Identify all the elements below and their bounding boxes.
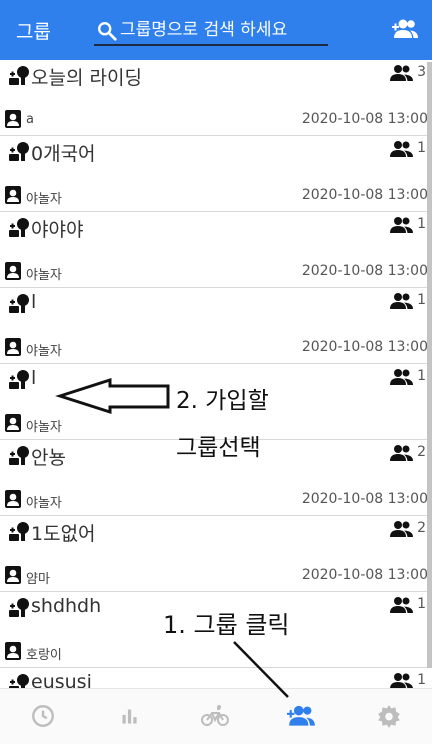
group-badge-icon [8, 520, 32, 544]
member-count-value: 1 [417, 292, 426, 308]
group-badge-icon [8, 368, 32, 392]
member-count-value: 2 [417, 444, 426, 460]
bottom-nav [0, 688, 432, 744]
group-name: eususi [31, 671, 92, 688]
group-list-item[interactable]: 오늘의 라이딩 3 a 2020-10-08 13:00 [0, 60, 432, 136]
add-group-icon[interactable] [392, 18, 420, 40]
owner-icon [4, 337, 22, 357]
owner-name: 호랑이 [26, 648, 62, 663]
page-title: 그룹 [16, 21, 51, 43]
member-count-value: 2 [417, 520, 426, 536]
group-badge-icon [8, 672, 32, 688]
member-count-value: 1 [417, 672, 426, 688]
group-name: 1도없어 [31, 523, 96, 545]
owner-name: a [26, 112, 34, 127]
group-list-item[interactable]: l 1 야놀자 2020-10-08 13:00 [0, 288, 432, 364]
group-icon[interactable] [287, 703, 317, 729]
owner-icon [4, 261, 22, 281]
created-date: 2020-10-08 13:00 [301, 567, 428, 583]
created-date: 2020-10-08 13:00 [301, 111, 428, 127]
members-icon [390, 521, 413, 537]
member-count-value: 1 [417, 140, 426, 156]
group-badge-icon [8, 64, 32, 88]
search-icon[interactable] [96, 20, 118, 42]
group-name: 0개국어 [31, 143, 96, 165]
settings-icon[interactable] [374, 703, 404, 729]
members-icon [390, 369, 413, 385]
owner-icon [4, 565, 22, 585]
owner-name: 야놀자 [26, 268, 62, 283]
members-icon [390, 293, 413, 309]
owner-name: 야놀자 [26, 420, 62, 435]
history-icon[interactable] [28, 703, 58, 729]
group-badge-icon [8, 596, 32, 620]
owner-icon [4, 185, 22, 205]
group-name: l [31, 367, 37, 389]
created-date: 2020-10-08 13:00 [301, 187, 428, 203]
member-count-value: 1 [417, 596, 426, 612]
group-name: l [31, 291, 37, 313]
group-badge-icon [8, 292, 32, 316]
created-date: 2020-10-08 13:00 [301, 263, 428, 279]
group-list-item[interactable]: 0개국어 1 야놀자 2020-10-08 13:00 [0, 136, 432, 212]
members-icon [390, 673, 413, 688]
group-badge-icon [8, 444, 32, 468]
group-list: 오늘의 라이딩 3 a 2020-10-08 13:00 0개국어 1 야놀자 2020-10… [0, 60, 432, 688]
member-count-value: 3 [417, 64, 426, 80]
members-icon [390, 65, 413, 81]
member-count-value: 1 [417, 216, 426, 232]
search-underline [94, 44, 328, 46]
group-name: 오늘의 라이딩 [31, 67, 142, 89]
members-icon [390, 597, 413, 613]
annotation-select-group-line1: 2. 가입할 [176, 388, 269, 414]
annotation-select-group-line2: 그룹선택 [176, 435, 261, 461]
owner-icon [4, 489, 22, 509]
group-list-item[interactable]: eususi 1 [0, 668, 432, 688]
group-list-item[interactable]: 1도없어 2 얌마 2020-10-08 13:00 [0, 516, 432, 592]
members-icon [390, 217, 413, 233]
owner-name: 얌마 [26, 572, 50, 587]
scrollbar[interactable] [427, 62, 432, 668]
owner-name: 야놀자 [26, 344, 62, 359]
group-name: 야야야 [31, 219, 84, 241]
group-badge-icon [8, 216, 32, 240]
stats-icon[interactable] [114, 703, 144, 729]
owner-icon [4, 641, 22, 661]
search-input[interactable] [120, 17, 325, 43]
bike-icon[interactable] [200, 703, 230, 729]
owner-icon [4, 109, 22, 129]
group-list-item[interactable]: 야야야 1 야놀자 2020-10-08 13:00 [0, 212, 432, 288]
owner-icon [4, 413, 22, 433]
app-header: 그룹 [0, 0, 432, 60]
group-name: shdhdh [31, 595, 102, 617]
group-name: 안뇽 [31, 447, 66, 469]
created-date: 2020-10-08 13:00 [301, 339, 428, 355]
group-badge-icon [8, 140, 32, 164]
members-icon [390, 445, 413, 461]
created-date: 2020-10-08 13:00 [301, 491, 428, 507]
owner-name: 야놀자 [26, 192, 62, 207]
annotation-click-group: 1. 그룹 클릭 [163, 611, 290, 639]
member-count-value: 1 [417, 368, 426, 384]
members-icon [390, 141, 413, 157]
owner-name: 야놀자 [26, 496, 62, 511]
